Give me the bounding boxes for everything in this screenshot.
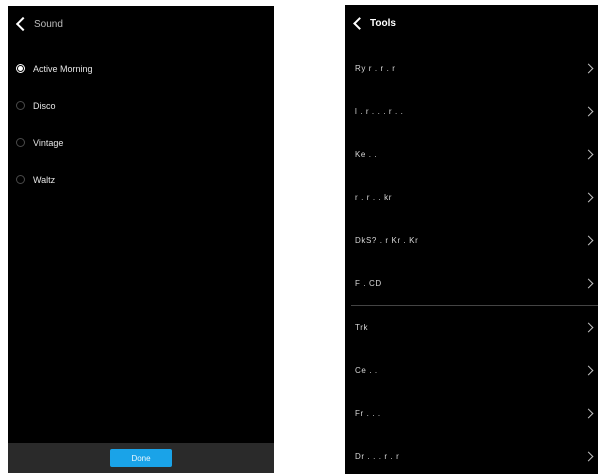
sound-option-vintage[interactable]: Vintage — [8, 124, 274, 161]
radio-selected-icon[interactable] — [16, 64, 25, 73]
menu-item[interactable]: r . r . . kr — [345, 176, 598, 219]
header: Sound — [8, 6, 274, 42]
menu-item[interactable]: Trk — [345, 306, 598, 349]
menu-item[interactable]: Ce . . — [345, 349, 598, 392]
radio-icon[interactable] — [16, 138, 25, 147]
sound-options: Active Morning Disco Vintage Waltz — [8, 50, 274, 198]
back-icon[interactable] — [353, 16, 366, 30]
menu-item[interactable]: Fr . . . — [345, 392, 598, 435]
option-label: Disco — [33, 100, 56, 111]
sound-option-waltz[interactable]: Waltz — [8, 161, 274, 198]
chevron-right-icon — [583, 278, 594, 289]
menu-item-label: F . CD — [355, 279, 382, 288]
done-button[interactable]: Done — [110, 449, 172, 467]
header: Tools — [345, 5, 598, 41]
page-title: Sound — [34, 18, 63, 30]
chevron-right-icon — [583, 192, 594, 203]
tools-menu: Ry r . r . r l . r . . . r . . Ke . . r … — [345, 47, 598, 474]
menu-item[interactable]: Dr . . . r . r — [345, 435, 598, 474]
chevron-right-icon — [583, 106, 594, 117]
footer-bar: Done — [8, 443, 274, 473]
menu-item-label: Ry r . r . r — [355, 64, 396, 73]
chevron-right-icon — [583, 235, 594, 246]
sound-screen: Sound Active Morning Disco Vintage Waltz… — [8, 6, 274, 473]
menu-item-label: r . r . . kr — [355, 193, 392, 202]
menu-item-label: Ke . . — [355, 150, 378, 159]
menu-item-label: Dr . . . r . r — [355, 452, 400, 461]
tools-screen: Tools Ry r . r . r l . r . . . r . . Ke … — [345, 5, 598, 474]
menu-item-label: DkS? . r Kr . Kr — [355, 236, 419, 245]
chevron-right-icon — [583, 322, 594, 333]
option-label: Vintage — [33, 137, 64, 148]
menu-item-label: Fr . . . — [355, 409, 381, 418]
sound-option-disco[interactable]: Disco — [8, 87, 274, 124]
menu-item[interactable]: l . r . . . r . . — [345, 90, 598, 133]
chevron-right-icon — [583, 149, 594, 160]
menu-item[interactable]: DkS? . r Kr . Kr — [345, 219, 598, 262]
radio-icon[interactable] — [16, 175, 25, 184]
menu-item-label: l . r . . . r . . — [355, 107, 404, 116]
menu-item-label: Trk — [355, 323, 369, 332]
menu-item[interactable]: Ke . . — [345, 133, 598, 176]
menu-item-label: Ce . . — [355, 366, 378, 375]
page-title: Tools — [370, 17, 396, 29]
chevron-right-icon — [583, 408, 594, 419]
radio-icon[interactable] — [16, 101, 25, 110]
option-label: Active Morning — [33, 63, 93, 74]
menu-item[interactable]: F . CD — [345, 262, 598, 305]
back-icon[interactable] — [15, 16, 31, 32]
chevron-right-icon — [583, 451, 594, 462]
chevron-right-icon — [583, 365, 594, 376]
menu-item[interactable]: Ry r . r . r — [345, 47, 598, 90]
option-label: Waltz — [33, 174, 56, 185]
chevron-right-icon — [583, 63, 594, 74]
sound-option-active-morning[interactable]: Active Morning — [8, 50, 274, 87]
